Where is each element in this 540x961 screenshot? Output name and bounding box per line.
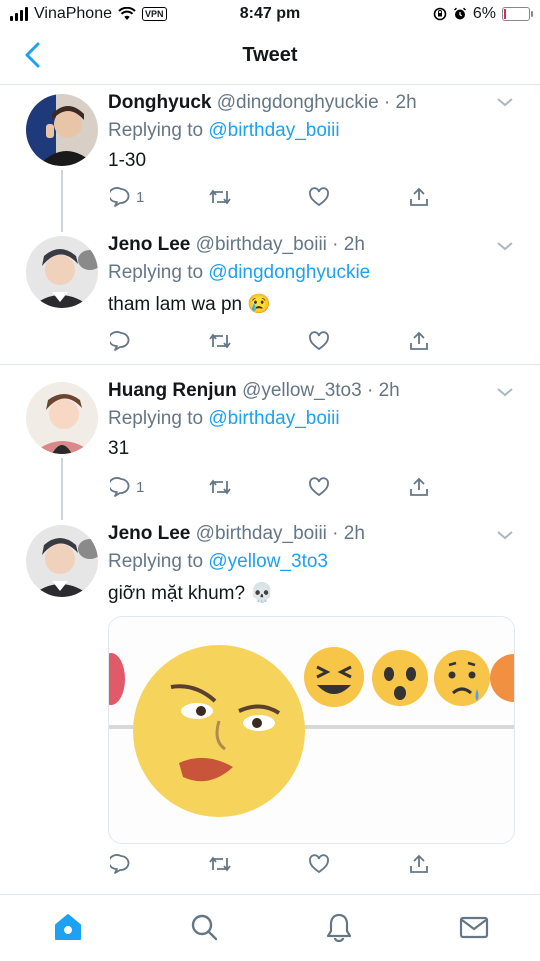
reply-icon[interactable] [110,853,132,875]
messages-icon[interactable] [458,911,490,943]
notifications-icon[interactable] [323,911,355,943]
reply-mention[interactable]: @birthday_boiii [208,120,339,141]
replying-label: Replying to [108,408,204,429]
reply-mention[interactable]: @birthday_boiii [208,408,339,429]
skull-emoji: 💀 [250,583,275,604]
status-bar: VinaPhone VPN 8:47 pm 6% [0,0,540,30]
like-icon[interactable] [308,476,330,498]
chevron-down-icon[interactable] [496,386,514,398]
home-icon[interactable] [52,911,84,943]
author-name[interactable]: Donghyuck [108,92,211,113]
author-handle: @yellow_3to3 · 2h [242,380,400,401]
retweet-icon[interactable] [208,186,232,208]
reply-count: 1 [136,188,145,206]
author-handle: @birthday_boiii · 2h [195,234,365,255]
orientation-lock-icon [433,7,447,21]
replying-label: Replying to [108,551,204,572]
thread-line [61,458,63,520]
alarm-icon [453,7,466,20]
share-icon[interactable] [408,853,430,875]
avatar[interactable] [26,94,98,166]
retweet-icon[interactable] [208,476,232,498]
share-icon[interactable] [408,186,430,208]
tweet-text: 1-30 [108,150,147,171]
tweet[interactable]: Donghyuck @dingdonghyuckie · 2h Replying… [0,84,540,232]
reply-mention[interactable]: @yellow_3to3 [208,551,328,572]
nav-bar: Tweet [0,30,540,85]
tweet-text: tham lam wa pn [108,294,243,315]
retweet-icon[interactable] [208,853,232,875]
chevron-down-icon[interactable] [496,240,514,252]
author-name[interactable]: Jeno Lee [108,234,190,255]
battery-percent: 6% [472,5,496,22]
crying-emoji: 😢 [247,294,272,315]
thread-divider [0,364,540,365]
tab-bar [0,894,540,961]
tweet[interactable]: Jeno Lee @birthday_boiii · 2h Replying t… [0,226,540,364]
tweet-media-image[interactable] [108,616,515,844]
author-name[interactable]: Jeno Lee [108,523,190,544]
tweet-text: giỡn mặt khum? [108,583,246,604]
share-icon[interactable] [408,476,430,498]
reply-icon [110,187,130,207]
replying-label: Replying to [108,262,204,283]
share-icon[interactable] [408,330,430,352]
reply-button[interactable]: 1 [110,476,144,498]
avatar[interactable] [26,382,98,454]
chevron-down-icon[interactable] [496,529,514,541]
avatar[interactable] [26,236,98,308]
author-handle: @dingdonghyuckie · 2h [216,92,417,113]
reply-icon[interactable] [110,330,132,352]
tweet[interactable]: Huang Renjun @yellow_3to3 · 2h Replying … [0,372,540,520]
search-icon[interactable] [188,911,220,943]
reply-count: 1 [136,478,145,496]
battery-icon [502,7,533,21]
retweet-icon[interactable] [208,330,232,352]
tweet-text: 31 [108,438,130,459]
tweet[interactable]: Jeno Lee @birthday_boiii · 2h Replying t… [0,515,540,890]
reply-mention[interactable]: @dingdonghyuckie [208,262,370,283]
avatar[interactable] [26,525,98,597]
thread-line [61,170,63,232]
reply-icon [110,477,130,497]
reply-button[interactable]: 1 [110,186,144,208]
chevron-down-icon[interactable] [496,96,514,108]
like-icon[interactable] [308,853,330,875]
replying-label: Replying to [108,120,204,141]
page-title: Tweet [242,44,298,66]
author-name[interactable]: Huang Renjun [108,380,237,401]
like-icon[interactable] [308,186,330,208]
author-handle: @birthday_boiii · 2h [195,523,365,544]
like-icon[interactable] [308,330,330,352]
